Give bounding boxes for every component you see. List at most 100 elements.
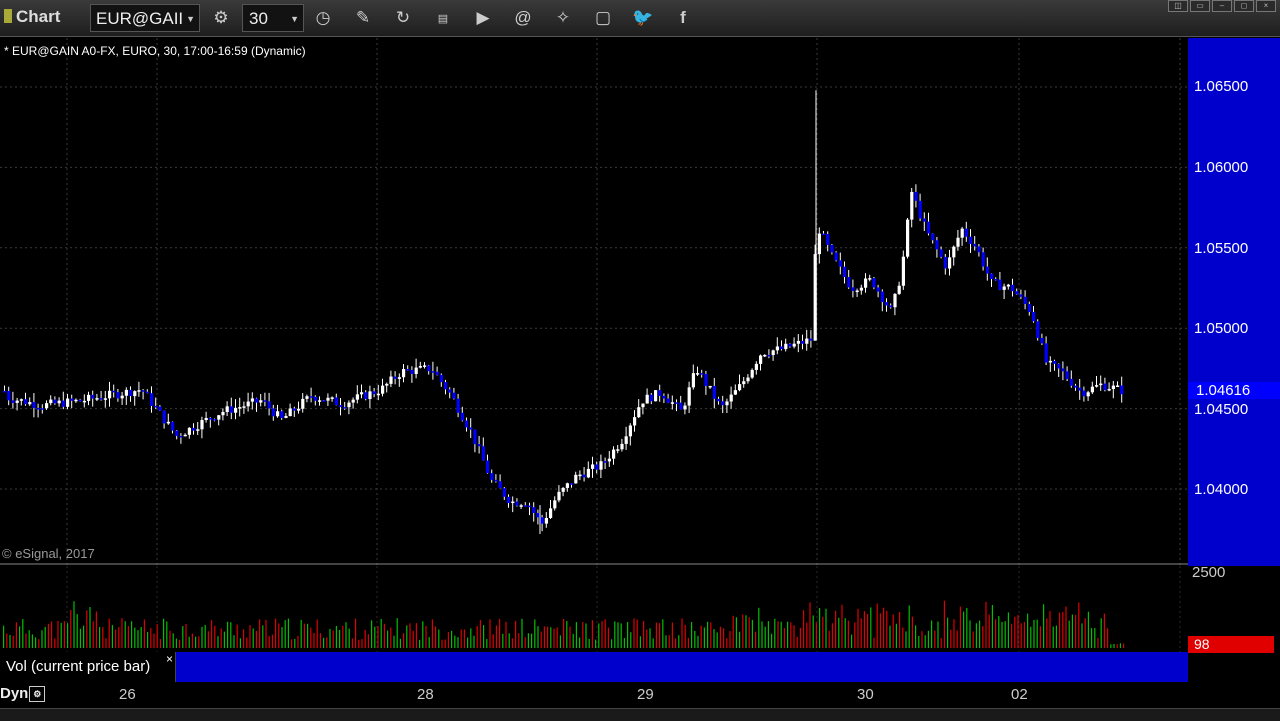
volume-bar — [435, 626, 437, 648]
candle-body — [948, 257, 952, 269]
alert-icon[interactable]: @ — [505, 4, 541, 32]
volume-bar — [1039, 626, 1041, 648]
volume-bar — [3, 625, 5, 648]
volume-bar — [863, 611, 865, 648]
candle-body — [498, 481, 502, 489]
candle-body — [435, 371, 439, 375]
candle-body — [343, 407, 347, 409]
volume-bar — [815, 622, 817, 648]
twitter-icon[interactable]: 🐦 — [625, 4, 661, 32]
volume-bar — [604, 619, 606, 648]
volume-bar — [1052, 626, 1054, 648]
facebook-icon[interactable]: f — [665, 4, 701, 32]
candle-body — [1011, 284, 1015, 292]
get-icon[interactable]: ▤ — [425, 4, 461, 32]
volume-bar — [780, 621, 782, 648]
chevron-down-icon[interactable]: ▼ — [290, 5, 299, 33]
volume-bar — [585, 623, 587, 648]
volume-bar — [335, 625, 337, 648]
candle-body — [19, 399, 23, 401]
close-icon[interactable]: × — [1256, 0, 1276, 12]
candle-body — [918, 200, 922, 219]
volume-bar — [460, 629, 462, 648]
volume-bar — [127, 626, 129, 648]
candle-body — [70, 398, 74, 401]
volume-study-label[interactable]: Vol (current price bar) — [0, 652, 176, 682]
symbol-input[interactable]: EUR@GAII ▼ — [90, 4, 200, 32]
volume-bar — [857, 608, 859, 648]
restore-icon[interactable]: ◫ — [1168, 0, 1188, 12]
chat-icon[interactable]: ▢ — [585, 4, 621, 32]
volume-bar — [243, 629, 245, 648]
candle-body — [162, 410, 166, 424]
volume-bar — [159, 639, 161, 648]
link-icon[interactable]: ⚙ — [203, 4, 239, 32]
volume-bar — [566, 620, 568, 648]
candle-body — [393, 376, 397, 379]
candle-body — [771, 350, 775, 356]
price-chart[interactable] — [0, 38, 1188, 566]
candle-body — [124, 389, 128, 396]
volume-bar — [687, 637, 689, 648]
volume-bar — [623, 638, 625, 648]
volume-bar — [31, 634, 33, 648]
volume-bar — [742, 614, 744, 648]
candle-body — [796, 340, 800, 344]
interval-input[interactable]: 30 ▼ — [242, 4, 304, 32]
volume-bar — [348, 628, 350, 648]
volume-bar — [172, 633, 174, 648]
candle-body — [1053, 360, 1057, 364]
price-axis[interactable]: 1.06500 1.06000 1.05500 1.05000 1.04500 … — [1188, 38, 1280, 566]
volume-bar — [831, 623, 833, 648]
candle-body — [259, 400, 263, 403]
volume-bar — [1094, 628, 1096, 648]
volume-bar — [518, 633, 520, 648]
refresh-icon[interactable]: ↻ — [385, 4, 421, 32]
minimize-icon[interactable]: – — [1212, 0, 1232, 12]
candle-body — [204, 417, 208, 421]
candle-body — [914, 191, 918, 201]
volume-bar — [710, 622, 712, 648]
restore2-icon[interactable]: ◻ — [1234, 0, 1254, 12]
volume-bar — [1043, 604, 1045, 648]
volume-bar — [825, 608, 827, 648]
volume-bar — [582, 622, 584, 648]
maximize-icon[interactable]: ▭ — [1190, 0, 1210, 12]
volume-bar — [652, 638, 654, 648]
close-study-icon[interactable]: × — [166, 652, 173, 666]
candle-body — [61, 400, 65, 407]
candle-body — [15, 400, 19, 403]
candle-body — [1103, 383, 1107, 391]
volume-bar — [1017, 615, 1019, 648]
settings-icon[interactable]: ⚙ — [29, 686, 46, 702]
play-icon[interactable]: ▶ — [465, 4, 501, 32]
volume-bar — [636, 619, 638, 648]
price-label: 1.04000 — [1194, 481, 1249, 498]
chevron-down-icon[interactable]: ▼ — [186, 5, 195, 33]
volume-bar — [44, 626, 46, 648]
candle-body — [561, 487, 565, 492]
volume-bar — [783, 628, 785, 648]
tool-icon[interactable]: ✧ — [545, 4, 581, 32]
candle-body — [229, 406, 233, 413]
volume-bar — [502, 633, 504, 648]
volume-bar — [63, 621, 65, 648]
volume-bar — [415, 623, 417, 648]
draw-icon[interactable]: ✎ — [345, 4, 381, 32]
clock-icon[interactable]: ◷ — [305, 4, 341, 32]
time-label: 29 — [637, 686, 654, 703]
candle-body — [985, 266, 989, 274]
copyright-text: © eSignal, 2017 — [2, 546, 95, 561]
volume-bar — [732, 615, 734, 648]
time-axis[interactable]: Dyn ⚙ 26 28 29 30 02 — [0, 682, 1280, 708]
volume-bar — [601, 621, 603, 648]
candle-body — [746, 377, 750, 382]
candle-body — [145, 391, 149, 394]
volume-bar — [22, 619, 24, 648]
volume-bar — [1004, 621, 1006, 648]
volume-bar — [441, 639, 443, 648]
volume-chart[interactable] — [0, 566, 1188, 652]
volume-bar — [422, 621, 424, 648]
time-label: 26 — [119, 686, 136, 703]
volume-bar — [918, 636, 920, 648]
